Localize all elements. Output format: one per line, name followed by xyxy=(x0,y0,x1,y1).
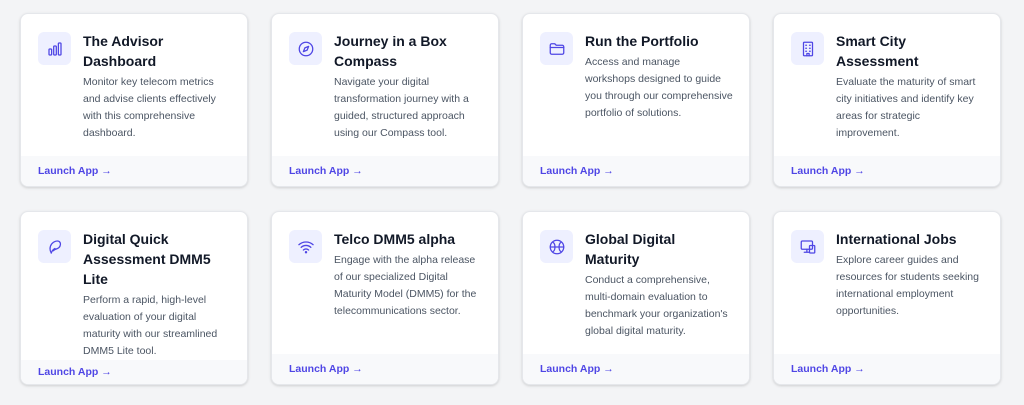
app-card-advisor-dashboard: The Advisor Dashboard Monitor key teleco… xyxy=(20,13,248,187)
card-title: Run the Portfolio xyxy=(585,33,699,49)
building-icon xyxy=(791,32,824,65)
launch-app-link[interactable]: Launch App → xyxy=(791,363,865,375)
card-text: Global Digital Maturity Conduct a compre… xyxy=(585,229,733,354)
card-footer: Launch App → xyxy=(774,354,1000,384)
globe-icon xyxy=(540,230,573,263)
card-body: Journey in a Box Compass Navigate your d… xyxy=(272,14,498,156)
card-footer: Launch App → xyxy=(523,354,749,384)
card-description: Access and manage workshops designed to … xyxy=(585,56,733,119)
launch-app-link[interactable]: Launch App → xyxy=(289,165,363,177)
app-card-run-portfolio: Run the Portfolio Access and manage work… xyxy=(522,13,750,187)
app-card-grid: The Advisor Dashboard Monitor key teleco… xyxy=(20,13,1001,385)
card-text: Digital Quick Assessment DMM5 Lite Perfo… xyxy=(83,229,231,360)
launch-app-link[interactable]: Launch App → xyxy=(38,366,112,378)
folder-icon xyxy=(540,32,573,65)
card-title: International Jobs xyxy=(836,231,957,247)
card-description: Monitor key telecom metrics and advise c… xyxy=(83,76,216,139)
card-text: International Jobs Explore career guides… xyxy=(836,229,984,354)
card-text: Smart City Assessment Evaluate the matur… xyxy=(836,31,984,156)
card-footer: Launch App → xyxy=(272,354,498,384)
card-footer: Launch App → xyxy=(21,156,247,186)
card-description: Engage with the alpha release of our spe… xyxy=(334,254,477,317)
card-footer: Launch App → xyxy=(21,360,247,384)
monitor-icon xyxy=(791,230,824,263)
app-card-global-maturity: Global Digital Maturity Conduct a compre… xyxy=(522,211,750,385)
card-description: Navigate your digital transformation jou… xyxy=(334,76,469,139)
card-title: The Advisor Dashboard xyxy=(83,33,164,69)
card-description: Perform a rapid, high-level evaluation o… xyxy=(83,294,218,357)
launch-app-link[interactable]: Launch App → xyxy=(540,363,614,375)
compass-icon xyxy=(289,32,322,65)
card-body: Global Digital Maturity Conduct a compre… xyxy=(523,212,749,354)
card-footer: Launch App → xyxy=(523,156,749,186)
card-body: International Jobs Explore career guides… xyxy=(774,212,1000,354)
card-footer: Launch App → xyxy=(272,156,498,186)
leaf-icon xyxy=(38,230,71,263)
app-card-dmm5-lite: Digital Quick Assessment DMM5 Lite Perfo… xyxy=(20,211,248,385)
card-text: Journey in a Box Compass Navigate your d… xyxy=(334,31,482,156)
card-body: Digital Quick Assessment DMM5 Lite Perfo… xyxy=(21,212,247,360)
card-title: Smart City Assessment xyxy=(836,33,919,69)
wifi-icon xyxy=(289,230,322,263)
app-card-telco-dmm5: Telco DMM5 alpha Engage with the alpha r… xyxy=(271,211,499,385)
launch-app-link[interactable]: Launch App → xyxy=(540,165,614,177)
launch-app-link[interactable]: Launch App → xyxy=(791,165,865,177)
card-body: Telco DMM5 alpha Engage with the alpha r… xyxy=(272,212,498,354)
card-description: Evaluate the maturity of smart city init… xyxy=(836,76,976,139)
app-card-international-jobs: International Jobs Explore career guides… xyxy=(773,211,1001,385)
card-footer: Launch App → xyxy=(774,156,1000,186)
launch-app-link[interactable]: Launch App → xyxy=(38,165,112,177)
app-card-journey-compass: Journey in a Box Compass Navigate your d… xyxy=(271,13,499,187)
card-text: Telco DMM5 alpha Engage with the alpha r… xyxy=(334,229,482,354)
card-text: Run the Portfolio Access and manage work… xyxy=(585,31,733,156)
card-title: Digital Quick Assessment DMM5 Lite xyxy=(83,231,211,287)
card-title: Telco DMM5 alpha xyxy=(334,231,456,247)
bar-chart-icon xyxy=(38,32,71,65)
card-title: Journey in a Box Compass xyxy=(334,33,447,69)
launch-app-link[interactable]: Launch App → xyxy=(289,363,363,375)
card-body: Run the Portfolio Access and manage work… xyxy=(523,14,749,156)
app-card-smart-city: Smart City Assessment Evaluate the matur… xyxy=(773,13,1001,187)
card-body: The Advisor Dashboard Monitor key teleco… xyxy=(21,14,247,156)
card-text: The Advisor Dashboard Monitor key teleco… xyxy=(83,31,231,156)
card-body: Smart City Assessment Evaluate the matur… xyxy=(774,14,1000,156)
card-description: Conduct a comprehensive, multi-domain ev… xyxy=(585,274,728,337)
card-description: Explore career guides and resources for … xyxy=(836,254,979,317)
card-title: Global Digital Maturity xyxy=(585,231,676,267)
